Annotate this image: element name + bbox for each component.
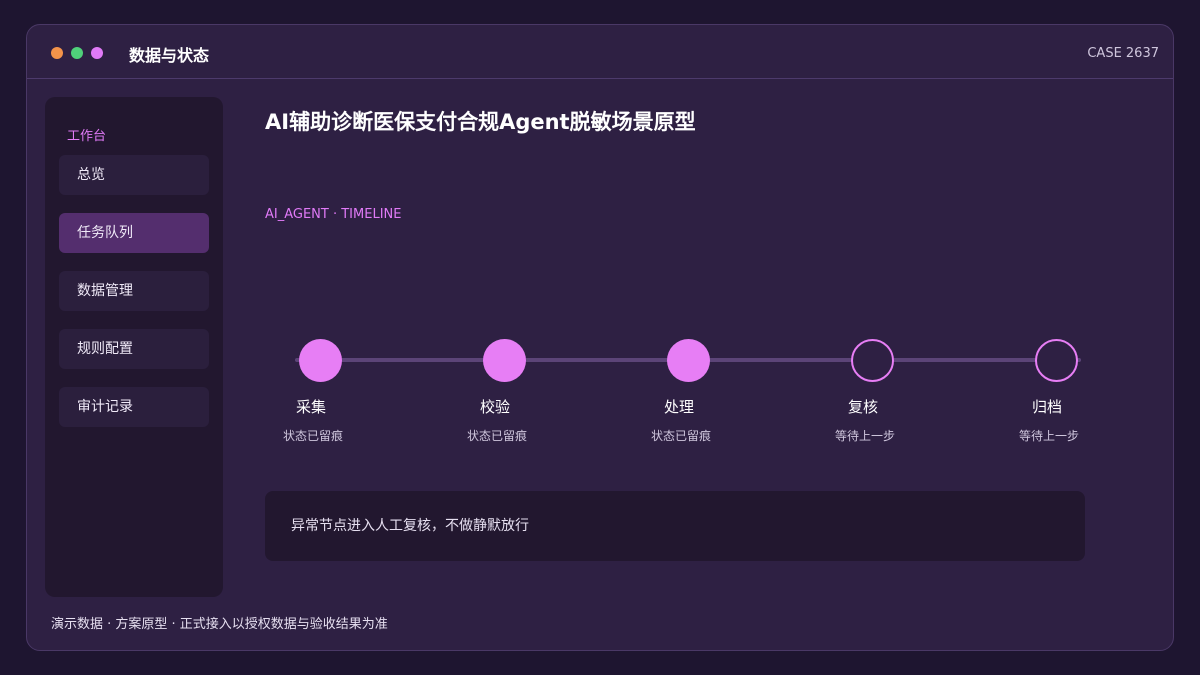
sidebar-item-audit-log[interactable]: 审计记录	[59, 387, 209, 427]
timeline-status-validate: 状态已留痕	[466, 429, 527, 443]
close-window-dot[interactable]	[51, 47, 63, 59]
sidebar-item-overview[interactable]: 总览	[59, 155, 209, 195]
timeline-status-process: 状态已留痕	[650, 429, 711, 443]
timeline-label-archive: 归档	[1031, 398, 1062, 416]
notice-banner: 异常节点进入人工复核，不做静默放行	[265, 491, 1085, 561]
timeline-node-review[interactable]	[851, 339, 894, 382]
window-title: 数据与状态	[129, 46, 210, 65]
sidebar-item-data-management[interactable]: 数据管理	[59, 271, 209, 311]
timeline-node-archive[interactable]	[1035, 339, 1078, 382]
timeline-label-review: 复核	[847, 398, 878, 416]
footer-disclaimer: 演示数据 · 方案原型 · 正式接入以授权数据与验收结果为准	[51, 617, 388, 632]
sidebar-item-rule-config[interactable]: 规则配置	[59, 329, 209, 369]
app-window: 数据与状态 CASE 2637 工作台 总览 任务队列 数据管理 规则配置 审计…	[26, 24, 1174, 651]
minimize-window-dot[interactable]	[91, 47, 103, 59]
maximize-window-dot[interactable]	[71, 47, 83, 59]
title-bar: 数据与状态 CASE 2637	[27, 25, 1173, 79]
sidebar-item-task-queue[interactable]: 任务队列	[59, 213, 209, 253]
timeline-label-collect: 采集	[295, 398, 326, 416]
page-subtitle: AI_AGENT · TIMELINE	[265, 207, 402, 222]
timeline-status-archive: 等待上一步	[1018, 429, 1079, 443]
sidebar: 工作台 总览 任务队列 数据管理 规则配置 审计记录	[45, 97, 223, 597]
timeline-label-process: 处理	[663, 398, 694, 416]
timeline-node-process[interactable]	[667, 339, 710, 382]
timeline-status-collect: 状态已留痕	[282, 429, 343, 443]
timeline-status-review: 等待上一步	[834, 429, 895, 443]
timeline-node-collect[interactable]	[299, 339, 342, 382]
timeline-label-validate: 校验	[479, 398, 510, 416]
sidebar-section-label: 工作台	[67, 129, 107, 144]
page-title: AI辅助诊断医保支付合规Agent脱敏场景原型	[265, 110, 696, 134]
timeline-node-validate[interactable]	[483, 339, 526, 382]
case-id: CASE 2637	[1087, 46, 1159, 61]
